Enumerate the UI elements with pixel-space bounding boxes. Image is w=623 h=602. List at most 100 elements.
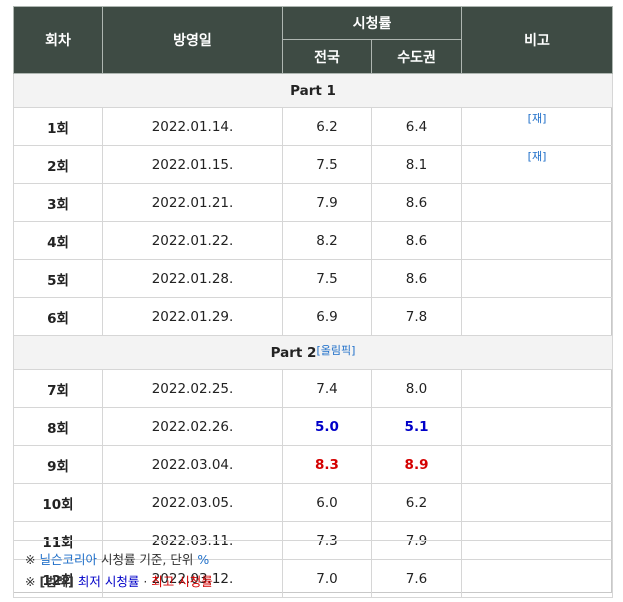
notes-cell (461, 483, 614, 522)
footer-mark: ※ (25, 552, 36, 567)
capital-cell: 8.6 (370, 221, 463, 260)
nationwide-cell-text: 7.9 (316, 194, 338, 211)
table-row: 4회 2022.01.22. 8.2 8.6 (13, 221, 614, 260)
part-2-label: Part 2 (270, 344, 317, 361)
episode-cell: 7회 (13, 369, 103, 408)
nationwide-cell: 6.2 (282, 107, 372, 146)
header-nationwide: 전국 (282, 39, 372, 74)
episode-cell-text: 6회 (47, 310, 69, 327)
air-date-cell-text: 2022.01.22. (151, 232, 234, 249)
air-date-cell: 2022.03.05. (102, 483, 283, 522)
episode-cell-text: 3회 (47, 196, 69, 213)
nationwide-cell-text: 8.2 (316, 232, 338, 249)
table-row: 3회 2022.01.21. 7.9 8.6 (13, 183, 614, 222)
episode-cell-text: 8회 (47, 420, 69, 437)
legend-highest: 최고 시청률 (151, 574, 213, 589)
air-date-cell: 2022.02.26. (102, 407, 283, 446)
air-date-cell: 2022.01.22. (102, 221, 283, 260)
nationwide-cell: 7.5 (282, 145, 372, 184)
nationwide-cell: 6.9 (282, 297, 372, 336)
episode-cell: 3회 (13, 183, 103, 222)
notes-cell (461, 407, 614, 446)
capital-cell-text: 6.4 (405, 118, 428, 135)
capital-cell-text: 6.2 (405, 494, 428, 511)
capital-cell-text: 7.8 (405, 308, 428, 325)
table-row: 5회 2022.01.28. 7.5 8.6 (13, 259, 614, 298)
episode-cell: 10회 (13, 483, 103, 522)
air-date-cell: 2022.02.25. (102, 369, 283, 408)
air-date-cell-text: 2022.01.29. (151, 308, 234, 325)
table-row: 6회 2022.01.29. 6.9 7.8 (13, 297, 614, 336)
notes-cell (461, 183, 614, 222)
capital-cell: 6.4 (370, 107, 463, 146)
episode-cell: 1회 (13, 107, 103, 146)
episode-cell: 5회 (13, 259, 103, 298)
capital-cell-text: 8.6 (405, 194, 428, 211)
air-date-cell: 2022.01.21. (102, 183, 283, 222)
source-link[interactable]: 닐슨코리아 (39, 552, 97, 567)
header-ratings: 시청률 (281, 6, 463, 40)
table-row: 7회 2022.02.25. 7.4 8.0 (13, 369, 614, 408)
air-date-cell-text: 2022.01.21. (151, 194, 234, 211)
ratings-table: 회차 방영일 시청률 비고 전국 수도권 Part 1 1회 2022.01.14… (12, 6, 614, 598)
legend-lowest: 최저 시청률 (77, 574, 140, 589)
olympics-note-link[interactable]: [올림픽] (316, 344, 355, 357)
nationwide-cell-text: 7.4 (316, 380, 338, 397)
table-row: 1회 2022.01.14. 6.2 6.4 [재] (13, 107, 614, 146)
air-date-cell: 2022.01.29. (102, 297, 283, 336)
nationwide-cell: 5.0 (282, 407, 372, 446)
table-row: 2회 2022.01.15. 7.5 8.1 [재] (13, 145, 614, 184)
notes-cell (461, 369, 614, 408)
air-date-cell-text: 2022.02.26. (151, 418, 234, 435)
table-header: 회차 방영일 시청률 비고 전국 수도권 (13, 6, 614, 74)
capital-cell: 8.9 (370, 445, 463, 484)
footer-source-line: ※ 닐슨코리아 시청률 기준, 단위 % (25, 549, 209, 568)
table-row: 10회 2022.03.05. 6.0 6.2 (13, 483, 614, 522)
nationwide-cell-text: 5.0 (315, 418, 339, 435)
nationwide-cell: 7.9 (282, 183, 372, 222)
source-text: 시청률 기준, 단위 (96, 552, 198, 567)
rerun-link[interactable]: [재] (528, 112, 547, 125)
capital-cell: 8.0 (370, 369, 463, 408)
notes-cell: [재] (461, 145, 614, 184)
notes-cell (461, 259, 614, 298)
header-episode: 회차 (13, 6, 103, 74)
episode-cell-text: 10회 (42, 496, 74, 513)
rerun-link[interactable]: [재] (528, 150, 547, 163)
nationwide-cell-text: 7.5 (316, 270, 338, 287)
nationwide-cell: 6.0 (282, 483, 372, 522)
air-date-cell: 2022.01.15. (102, 145, 283, 184)
unit-label: % (197, 552, 210, 567)
episode-cell: 8회 (13, 407, 103, 446)
header-air-date: 방영일 (102, 6, 283, 74)
table-row: 8회 2022.02.26. 5.0 5.1 (13, 407, 614, 446)
nationwide-cell-text: 6.0 (316, 494, 338, 511)
air-date-cell: 2022.03.04. (102, 445, 283, 484)
header-notes: 비고 (461, 6, 614, 74)
footer-mark-2: ※ (25, 574, 36, 589)
capital-cell: 5.1 (370, 407, 463, 446)
capital-cell-text: 8.6 (405, 232, 428, 249)
nationwide-cell-text: 8.3 (315, 456, 339, 473)
capital-cell-text: 8.9 (404, 456, 429, 473)
episode-cell: 2회 (13, 145, 103, 184)
legend-separator: · (139, 574, 152, 589)
episode-cell-text: 4회 (47, 234, 69, 251)
air-date-cell-text: 2022.03.05. (151, 494, 234, 511)
capital-cell-text: 5.1 (404, 418, 429, 435)
nationwide-cell-text: 6.2 (316, 118, 338, 135)
capital-cell: 8.6 (370, 183, 463, 222)
table-footer: ※ 닐슨코리아 시청률 기준, 단위 % ※ [범례] 최저 시청률 · 최고 … (14, 540, 611, 593)
episode-cell: 9회 (13, 445, 103, 484)
notes-cell (461, 445, 614, 484)
ratings-table-container: 회차 방영일 시청률 비고 전국 수도권 Part 1 1회 2022.01.14… (12, 6, 614, 598)
capital-cell-text: 8.0 (405, 380, 428, 397)
episode-cell-text: 9회 (47, 458, 69, 475)
legend-label: [범례] (39, 574, 74, 589)
nationwide-cell: 7.4 (282, 369, 372, 408)
capital-cell: 8.1 (370, 145, 463, 184)
episode-cell: 4회 (13, 221, 103, 260)
episode-cell-text: 5회 (47, 272, 69, 289)
part-1-heading: Part 1 (12, 73, 614, 108)
footer-legend-line: ※ [범례] 최저 시청률 · 최고 시청률 (25, 571, 213, 590)
